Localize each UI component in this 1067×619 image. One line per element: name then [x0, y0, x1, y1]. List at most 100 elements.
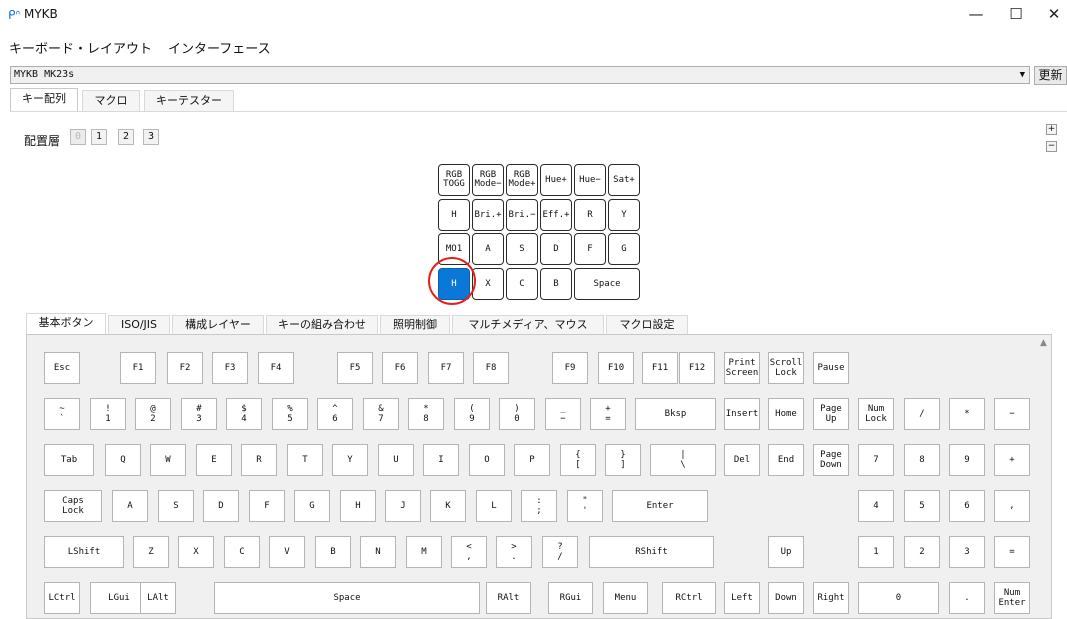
- tab-lighting[interactable]: 照明制御: [380, 315, 450, 334]
- keycode-button[interactable]: RAlt: [486, 582, 531, 614]
- keycode-button[interactable]: F10: [598, 352, 634, 384]
- keycode-button[interactable]: Y: [332, 444, 368, 476]
- keycode-button[interactable]: +: [994, 444, 1030, 476]
- keycode-button[interactable]: V: [269, 536, 305, 568]
- chevron-down-icon[interactable]: ▼: [1020, 67, 1025, 83]
- keycode-button[interactable]: & 7: [363, 398, 399, 430]
- tab-key-tester[interactable]: キーテスター: [144, 90, 234, 111]
- mini-key[interactable]: B: [540, 268, 572, 300]
- zoom-out-button[interactable]: −: [1046, 141, 1057, 152]
- mini-key[interactable]: H: [438, 199, 470, 231]
- keycode-button[interactable]: ~ `: [44, 398, 80, 430]
- keycode-button[interactable]: T: [287, 444, 323, 476]
- mini-key[interactable]: Hue+: [540, 164, 572, 196]
- keycode-button[interactable]: Tab: [44, 444, 94, 476]
- keycode-button[interactable]: Q: [105, 444, 141, 476]
- keycode-button[interactable]: _ −: [545, 398, 581, 430]
- keycode-button[interactable]: RGui: [548, 582, 593, 614]
- tab-key-combos[interactable]: キーの組み合わせ: [266, 315, 378, 334]
- mini-key[interactable]: Bri.+: [472, 199, 504, 231]
- keycode-button[interactable]: @ 2: [135, 398, 171, 430]
- keycode-button[interactable]: 7: [858, 444, 894, 476]
- keycode-button[interactable]: F6: [382, 352, 418, 384]
- keycode-button[interactable]: : ;: [521, 490, 557, 522]
- mini-key[interactable]: X: [472, 268, 504, 300]
- keycode-button[interactable]: 0: [858, 582, 939, 614]
- close-button[interactable]: ✕: [1031, 0, 1067, 30]
- layer-3-button[interactable]: 3: [143, 129, 159, 145]
- keycode-button[interactable]: Left: [724, 582, 760, 614]
- keycode-button[interactable]: % 5: [272, 398, 308, 430]
- keycode-button[interactable]: −: [994, 398, 1030, 430]
- mini-key[interactable]: RGB TOGG: [438, 164, 470, 196]
- device-select[interactable]: MYKB MK23s ▼: [10, 66, 1030, 84]
- layer-0-button[interactable]: 0: [70, 129, 86, 145]
- keycode-button[interactable]: F9: [552, 352, 588, 384]
- keycode-button[interactable]: L: [476, 490, 512, 522]
- keycode-button[interactable]: 2: [904, 536, 940, 568]
- keycode-button[interactable]: ) 0: [499, 398, 535, 430]
- keycode-button[interactable]: D: [203, 490, 239, 522]
- keycode-button[interactable]: W: [150, 444, 186, 476]
- tab-layers[interactable]: 構成レイヤー: [172, 315, 264, 334]
- keycode-button[interactable]: O: [469, 444, 505, 476]
- keycode-button[interactable]: C: [224, 536, 260, 568]
- keycode-button[interactable]: RShift: [589, 536, 714, 568]
- keycode-button[interactable]: Page Up: [813, 398, 849, 430]
- keycode-button[interactable]: 8: [904, 444, 940, 476]
- keycode-button[interactable]: F3: [212, 352, 248, 384]
- zoom-in-button[interactable]: +: [1046, 124, 1057, 135]
- mini-key[interactable]: Eff.+: [540, 199, 572, 231]
- tab-macro-settings[interactable]: マクロ設定: [606, 315, 688, 334]
- keycode-button[interactable]: X: [178, 536, 214, 568]
- keycode-button[interactable]: E: [196, 444, 232, 476]
- keycode-button[interactable]: Esc: [44, 352, 80, 384]
- keycode-button[interactable]: Z: [133, 536, 169, 568]
- keycode-button[interactable]: P: [514, 444, 550, 476]
- keycode-button[interactable]: K: [430, 490, 466, 522]
- keycode-button[interactable]: | \: [650, 444, 716, 476]
- keycode-button[interactable]: G: [294, 490, 330, 522]
- keycode-button[interactable]: M: [406, 536, 442, 568]
- tab-macro[interactable]: マクロ: [82, 90, 140, 111]
- keycode-button[interactable]: 1: [858, 536, 894, 568]
- keycode-button[interactable]: F7: [428, 352, 464, 384]
- keycode-button[interactable]: End: [768, 444, 804, 476]
- keycode-button[interactable]: Insert: [724, 398, 760, 430]
- keycode-button[interactable]: + =: [590, 398, 626, 430]
- keycode-button[interactable]: Home: [768, 398, 804, 430]
- mini-key[interactable]: Sat+: [608, 164, 640, 196]
- mini-key[interactable]: Space: [574, 268, 640, 300]
- keycode-button[interactable]: 9: [949, 444, 985, 476]
- keycode-button[interactable]: F12: [679, 352, 715, 384]
- keycode-button[interactable]: Scroll Lock: [768, 352, 804, 384]
- keycode-button[interactable]: < ,: [451, 536, 487, 568]
- keycode-button[interactable]: Pause: [813, 352, 849, 384]
- keycode-button[interactable]: Menu: [603, 582, 648, 614]
- keycode-button[interactable]: > .: [496, 536, 532, 568]
- keycode-button[interactable]: .: [949, 582, 985, 614]
- keycode-button[interactable]: Del: [724, 444, 760, 476]
- keycode-button[interactable]: S: [158, 490, 194, 522]
- mini-key[interactable]: RGB Mode+: [506, 164, 538, 196]
- mini-key[interactable]: R: [574, 199, 606, 231]
- keycode-button[interactable]: H: [340, 490, 376, 522]
- mini-key[interactable]: RGB Mode−: [472, 164, 504, 196]
- keycode-button[interactable]: F5: [337, 352, 373, 384]
- keycode-button[interactable]: I: [423, 444, 459, 476]
- keycode-button[interactable]: 5: [904, 490, 940, 522]
- mini-key[interactable]: Y: [608, 199, 640, 231]
- keycode-button[interactable]: Up: [768, 536, 804, 568]
- keycode-button[interactable]: Down: [768, 582, 804, 614]
- mini-key[interactable]: Hue−: [574, 164, 606, 196]
- keycode-button[interactable]: =: [994, 536, 1030, 568]
- keycode-button[interactable]: * 8: [408, 398, 444, 430]
- keycode-button[interactable]: Num Enter: [994, 582, 1030, 614]
- tab-basic-buttons[interactable]: 基本ボタン: [26, 313, 106, 335]
- keycode-button[interactable]: N: [360, 536, 396, 568]
- keycode-button[interactable]: $ 4: [226, 398, 262, 430]
- keycode-button[interactable]: F1: [120, 352, 156, 384]
- keycode-button[interactable]: F8: [473, 352, 509, 384]
- keycode-button[interactable]: LCtrl: [44, 582, 80, 614]
- menu-interface[interactable]: インターフェース: [168, 38, 271, 57]
